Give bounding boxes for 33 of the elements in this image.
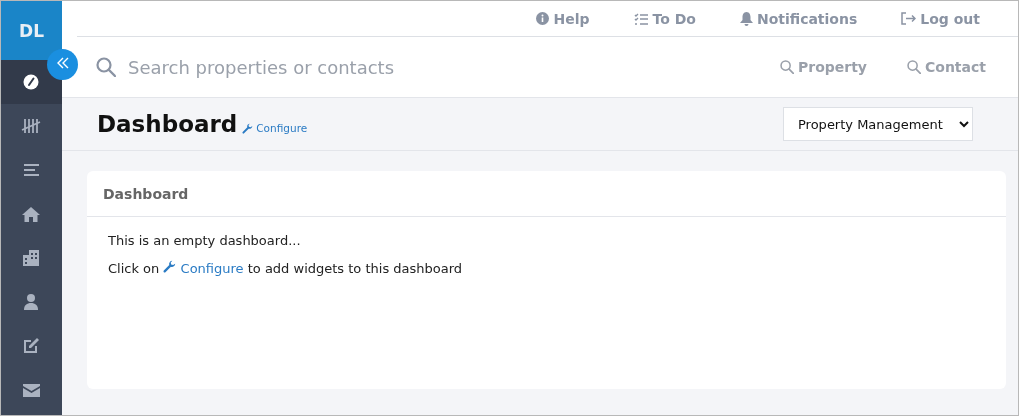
empty-message: This is an empty dashboard... <box>108 233 302 248</box>
double-chevron-icon <box>56 57 69 69</box>
search-field[interactable]: Search properties or contacts <box>128 56 458 78</box>
building-icon <box>23 250 39 266</box>
search-button[interactable]: Contact <box>907 59 986 75</box>
home-icon <box>22 206 40 222</box>
configure-link[interactable]: Configure <box>163 261 244 276</box>
info-icon <box>536 12 550 25</box>
checklist-icon <box>633 12 649 25</box>
user-icon <box>24 294 38 310</box>
configure-link[interactable]: Configure <box>242 122 308 134</box>
tally-icon <box>21 118 41 134</box>
edit-icon <box>23 338 39 354</box>
page-title: Dashboard <box>97 111 238 137</box>
logout-icon <box>901 12 917 25</box>
search-icon <box>96 57 116 77</box>
dashboard-select[interactable]: Property Management <box>783 107 973 141</box>
nav-link[interactable]: Help <box>536 10 590 27</box>
wrench-icon <box>242 122 254 134</box>
mail-icon <box>22 383 40 397</box>
search-icon <box>907 60 921 74</box>
hint-text: Click on Configure to add widgets to this dashboard <box>108 260 464 276</box>
bell-icon <box>739 11 753 26</box>
menu-icon <box>22 163 40 177</box>
nav-link[interactable]: Log out <box>901 10 980 27</box>
logo: DL <box>1 1 62 60</box>
gauge-icon <box>23 74 39 90</box>
search-icon <box>779 60 794 74</box>
card-title: Dashboard <box>87 171 1006 217</box>
wrench-icon <box>163 260 177 273</box>
nav-link[interactable]: To Do <box>633 10 696 27</box>
nav-link[interactable]: Notifications <box>739 10 858 27</box>
search-button[interactable]: Property <box>779 59 867 75</box>
